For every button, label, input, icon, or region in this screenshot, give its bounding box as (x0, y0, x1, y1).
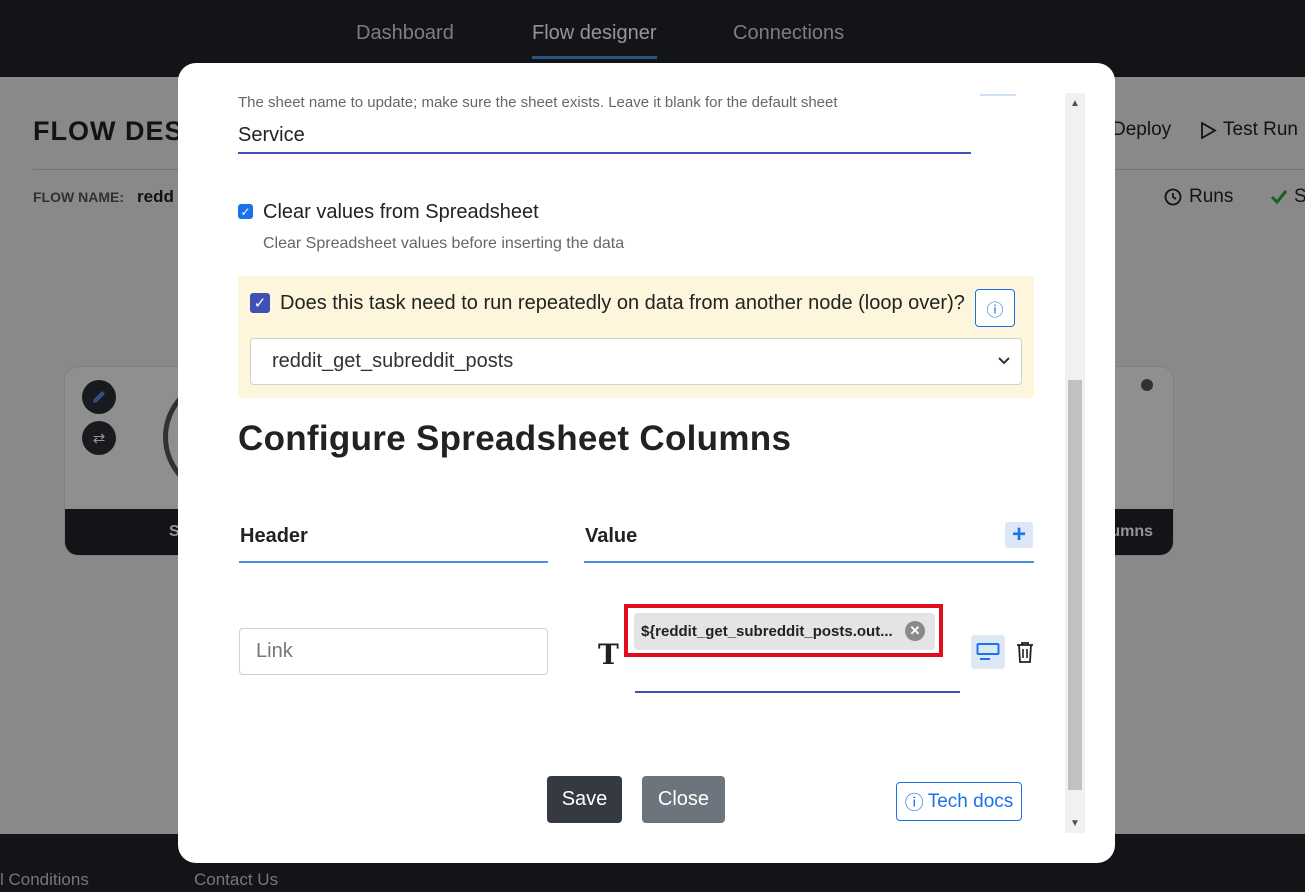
value-chip-text: ${reddit_get_subreddit_posts.out... (641, 623, 893, 640)
loop-node-selected: reddit_get_subreddit_posts (272, 350, 514, 372)
tech-docs-label: Tech docs (927, 790, 1014, 812)
info-circle-icon: ⓘ (904, 793, 924, 814)
clear-values-checkbox[interactable]: ✓ (238, 204, 253, 219)
value-column-rule (584, 561, 1034, 563)
modal-scrollbar[interactable]: ▲ ▼ (1065, 93, 1085, 833)
column-header-value: Link (256, 640, 293, 662)
clear-values-hint: Clear Spreadsheet values before insertin… (263, 235, 625, 252)
loop-over-checkbox[interactable]: ✓ (250, 293, 270, 313)
configure-task-modal: The sheet name to update; make sure the … (178, 63, 1115, 863)
sheet-name-input[interactable] (238, 118, 971, 154)
trash-icon (1017, 642, 1033, 663)
value-chip[interactable]: ${reddit_get_subreddit_posts.out... ✕ (634, 613, 935, 650)
sheet-name-hint: The sheet name to update; make sure the … (238, 94, 838, 111)
header-column-title: Header (240, 525, 308, 547)
scroll-up-arrow[interactable]: ▲ (1065, 93, 1085, 113)
clear-values-label: Clear values from Spreadsheet (263, 201, 539, 223)
loop-over-panel: ✓ Does this task need to run repeatedly … (238, 276, 1034, 398)
section-title: Configure Spreadsheet Columns (238, 419, 792, 458)
loop-info-button[interactable]: ⓘ (975, 289, 1015, 327)
text-type-icon[interactable]: T (598, 638, 619, 671)
tech-docs-button[interactable]: ⓘ Tech docs (896, 782, 1022, 821)
loop-node-select[interactable]: reddit_get_subreddit_posts (250, 338, 1022, 385)
top-mini-button[interactable] (980, 88, 1016, 96)
plus-icon: + (1011, 521, 1026, 548)
scroll-thumb[interactable] (1068, 380, 1082, 790)
column-header-input[interactable]: Link (239, 628, 548, 675)
chevron-down-icon (998, 357, 1010, 365)
add-column-button[interactable]: + (1005, 522, 1033, 548)
close-button[interactable]: Close (642, 776, 725, 823)
dynamic-value-button[interactable] (971, 635, 1005, 669)
value-column-title: Value (585, 525, 638, 547)
header-column-rule (239, 561, 548, 563)
loop-over-label: Does this task need to run repeatedly on… (280, 292, 965, 314)
value-input-rule (635, 691, 960, 693)
scroll-down-arrow[interactable]: ▼ (1065, 813, 1085, 833)
save-button[interactable]: Save (547, 776, 622, 823)
info-circle-icon: ⓘ (986, 300, 1004, 320)
delete-row-button[interactable] (1014, 640, 1036, 664)
remove-chip-icon[interactable]: ✕ (905, 621, 925, 641)
monitor-icon (976, 643, 1000, 660)
